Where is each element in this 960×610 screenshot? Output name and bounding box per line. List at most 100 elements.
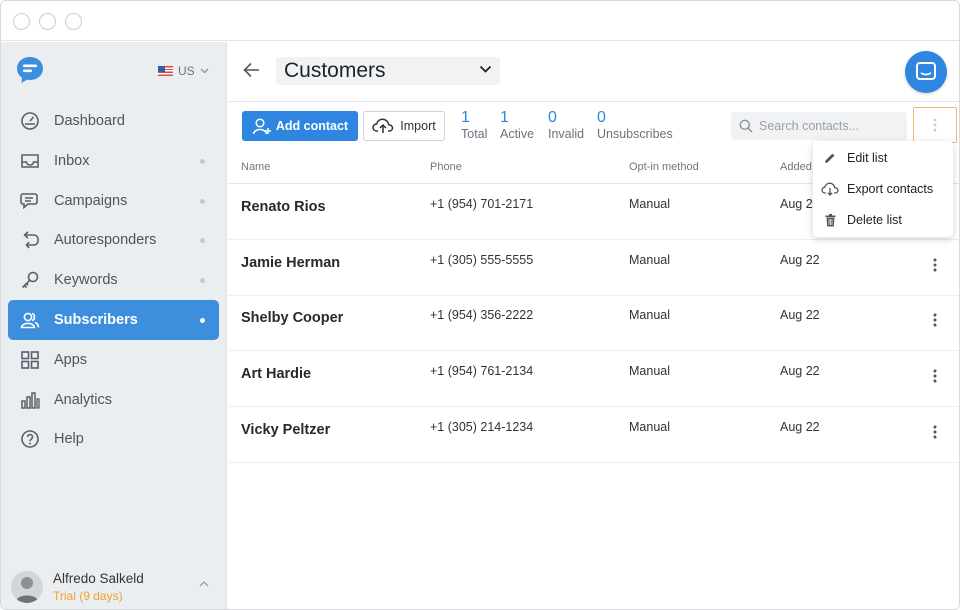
sidebar-item-dashboard[interactable]: Dashboard	[8, 101, 219, 141]
stat-value: 1	[461, 109, 470, 126]
import-button[interactable]: Import	[363, 111, 445, 141]
column-header-name[interactable]: Name	[241, 161, 270, 173]
sidebar-item-analytics[interactable]: Analytics	[8, 380, 219, 420]
contact-optin-method: Manual	[629, 252, 670, 267]
list-options-button[interactable]	[913, 107, 957, 143]
title-bar	[1, 1, 959, 41]
user-profile[interactable]: Alfredo Salkeld Trial (9 days)	[11, 571, 217, 607]
stat-invalid[interactable]: 0 Invalid	[548, 109, 584, 141]
more-vertical-icon	[933, 118, 937, 132]
column-header-phone[interactable]: Phone	[430, 161, 462, 173]
sidebar-item-label: Campaigns	[54, 192, 128, 209]
notification-dot	[200, 278, 205, 284]
column-header-added[interactable]: Added	[780, 161, 812, 173]
more-vertical-icon	[933, 369, 937, 383]
stat-label: Invalid	[548, 127, 585, 141]
menu-item-export-contacts[interactable]: Export contacts	[813, 174, 953, 204]
contact-name[interactable]: Vicky Peltzer	[241, 422, 330, 438]
search-icon	[739, 119, 753, 133]
search-input[interactable]	[759, 119, 899, 133]
notification-dot	[200, 238, 205, 244]
contact-phone: +1 (954) 761-2134	[430, 364, 534, 379]
contact-phone: +1 (954) 701-2171	[430, 197, 534, 211]
sidebar-item-keywords[interactable]: Keywords	[8, 260, 219, 300]
main-content: Customers Add contact Import 1 Total 1 A…	[228, 42, 959, 609]
back-arrow-icon[interactable]	[242, 60, 262, 80]
contact-name[interactable]: Renato Rios	[241, 199, 326, 215]
analytics-icon	[21, 391, 40, 409]
sidebar-item-label: Keywords	[54, 272, 118, 289]
row-options-button[interactable]	[928, 258, 942, 278]
locale-selector[interactable]: US	[158, 64, 209, 78]
more-vertical-icon	[933, 258, 937, 272]
app-window: US Dashboard Inbox Campaigns Autoresponders…	[0, 0, 960, 610]
sidebar: US Dashboard Inbox Campaigns Autoresponders…	[1, 42, 227, 609]
sidebar-item-apps[interactable]: Apps	[8, 340, 219, 380]
trial-status[interactable]: Trial (9 days)	[53, 589, 123, 603]
window-minimize-button[interactable]	[39, 13, 56, 30]
chat-button[interactable]	[905, 51, 947, 93]
stat-active[interactable]: 1 Active	[500, 109, 534, 141]
notification-dot	[200, 158, 205, 164]
inbox-icon	[21, 153, 39, 168]
sidebar-item-campaigns[interactable]: Campaigns	[8, 181, 219, 221]
stat-unsubscribes[interactable]: 0 Unsubscribes	[597, 109, 673, 141]
row-options-button[interactable]	[928, 369, 942, 389]
sidebar-item-label: Dashboard	[54, 113, 125, 129]
list-selector[interactable]: Customers	[276, 57, 500, 85]
sidebar-item-subscribers[interactable]: Subscribers	[8, 300, 219, 340]
stat-value: 1	[500, 109, 509, 126]
campaigns-icon	[20, 192, 38, 209]
contact-optin-method: Manual	[629, 197, 670, 211]
contact-added-date: Aug 22	[780, 308, 820, 323]
table-row[interactable]: Vicky Peltzer +1 (305) 214-1234 Manual Aug …	[228, 407, 959, 463]
chevron-down-icon	[200, 68, 209, 74]
locale-label: US	[178, 64, 195, 78]
subscribers-icon	[20, 312, 40, 329]
stat-label: Unsubscribes	[597, 127, 673, 141]
key-icon	[21, 271, 39, 289]
sidebar-item-label: Inbox	[54, 152, 90, 169]
import-label: Import	[400, 119, 436, 133]
avatar	[11, 571, 43, 603]
chat-icon	[916, 62, 936, 80]
sidebar-item-label: Autoresponders	[54, 232, 157, 249]
page-header: Customers	[228, 42, 959, 102]
contact-name[interactable]: Jamie Herman	[241, 255, 340, 271]
more-vertical-icon	[933, 313, 937, 327]
contact-optin-method: Manual	[629, 364, 670, 379]
window-close-button[interactable]	[13, 13, 30, 30]
contact-name[interactable]: Art Hardie	[241, 366, 311, 382]
sidebar-item-help[interactable]: Help	[8, 419, 219, 459]
window-maximize-button[interactable]	[65, 13, 82, 30]
more-vertical-icon	[933, 425, 937, 439]
menu-item-edit-list[interactable]: Edit list	[813, 143, 953, 173]
table-row[interactable]: Jamie Herman +1 (305) 555-5555 Manual Aug 2…	[228, 240, 959, 296]
stat-label: Total	[461, 127, 488, 141]
stat-total[interactable]: 1 Total	[461, 109, 487, 141]
column-header-optin[interactable]: Opt-in method	[629, 161, 699, 173]
chevron-up-icon[interactable]	[199, 580, 209, 587]
sidebar-item-autoresponders[interactable]: Autoresponders	[8, 220, 219, 260]
chevron-down-icon	[479, 65, 492, 73]
search-box[interactable]	[731, 112, 907, 140]
add-user-icon	[252, 118, 271, 135]
table-row[interactable]: Art Hardie +1 (954) 761-2134 Manual Aug 22	[228, 351, 959, 408]
stat-value: 0	[548, 109, 557, 126]
contact-name[interactable]: Shelby Cooper	[241, 310, 343, 326]
menu-item-label: Export contacts	[847, 182, 934, 196]
contact-added-date: Aug 22	[780, 419, 820, 434]
apps-icon	[21, 350, 39, 369]
contact-phone: +1 (305) 555-5555	[430, 252, 534, 267]
app-logo-icon[interactable]	[15, 55, 45, 85]
add-contact-button[interactable]: Add contact	[242, 111, 358, 141]
row-options-button[interactable]	[928, 313, 942, 333]
menu-item-delete-list[interactable]: Delete list	[813, 205, 953, 235]
sidebar-item-inbox[interactable]: Inbox	[8, 141, 219, 181]
stat-value: 0	[597, 109, 606, 126]
menu-item-label: Edit list	[847, 151, 888, 165]
contact-added-date: Aug 22	[780, 364, 820, 379]
row-options-button[interactable]	[928, 425, 942, 445]
table-row[interactable]: Shelby Cooper +1 (954) 356-2222 Manual Aug …	[228, 295, 959, 352]
page-title: Customers	[284, 59, 386, 82]
